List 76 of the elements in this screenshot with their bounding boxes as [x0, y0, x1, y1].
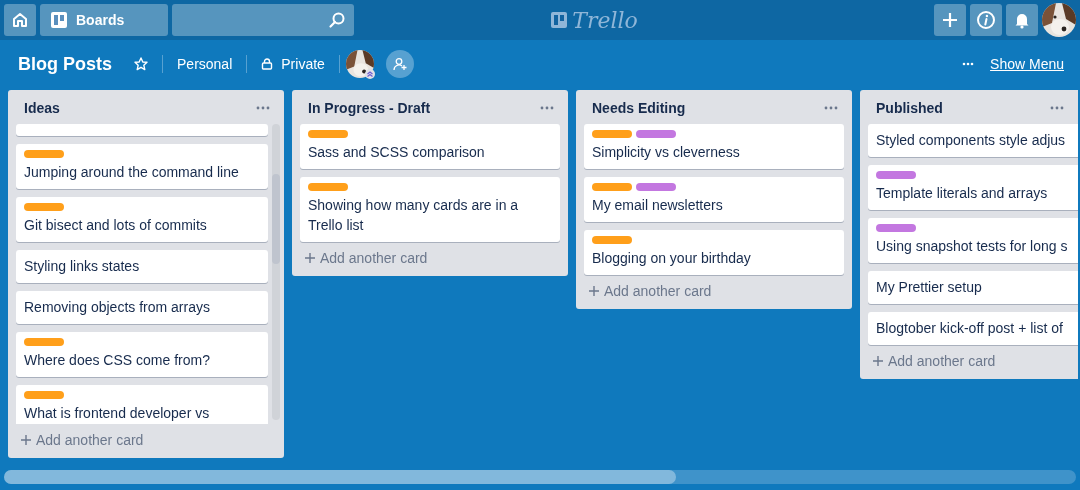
info-button[interactable]	[970, 4, 1002, 36]
card-title: Blogtober kick-off post + list of	[876, 319, 1064, 338]
card[interactable]: Simplicity vs cleverness	[584, 124, 844, 169]
card-title: Removing objects from arrays	[24, 298, 211, 317]
logo-text: Trello	[572, 7, 638, 33]
home-button[interactable]	[4, 4, 36, 36]
card-title: My email newsletters	[592, 196, 724, 215]
card[interactable]: Showing how many cards are in a Trello list	[300, 177, 560, 242]
card-title: Blogging on your birthday	[592, 249, 752, 268]
add-card-button[interactable]: Add another card	[576, 275, 852, 309]
lock-icon	[261, 58, 274, 70]
card-title: Styled components style adjus	[876, 131, 1067, 150]
search-field[interactable]	[172, 4, 354, 36]
list-title[interactable]: Published	[876, 100, 943, 116]
card-title: Sass and SCSS comparison	[308, 143, 486, 162]
team-button[interactable]: Personal	[169, 52, 241, 76]
board-title[interactable]: Blog Posts	[18, 53, 112, 75]
bell-icon	[1013, 11, 1031, 29]
add-button[interactable]	[934, 4, 966, 36]
board-icon	[50, 11, 68, 29]
star-icon	[134, 57, 148, 71]
show-menu-link[interactable]: Show Menu	[990, 56, 1064, 72]
card[interactable]: Blogtober kick-off post + list of	[868, 312, 1078, 345]
plus-icon	[20, 434, 32, 446]
more-icon[interactable]	[824, 106, 838, 110]
card-title: Git bisect and lots of commits	[24, 216, 208, 235]
scrollbar[interactable]	[272, 124, 280, 420]
card-title: Simplicity vs cleverness	[592, 143, 741, 162]
list-title[interactable]: Ideas	[24, 100, 60, 116]
card[interactable]: Styled components style adjus	[868, 124, 1078, 157]
card[interactable]: Template literals and arrays	[868, 165, 1078, 210]
list-title[interactable]: Needs Editing	[592, 100, 686, 116]
list-title[interactable]: In Progress - Draft	[308, 100, 431, 116]
scrollbar-thumb[interactable]	[272, 174, 280, 264]
plus-icon	[872, 355, 884, 367]
card[interactable]: Styling links states	[16, 250, 268, 283]
member-avatar[interactable]	[345, 50, 374, 78]
card[interactable]: Sass and SCSS comparison	[300, 124, 560, 169]
card-title: Showing how many cards are in a Trello list	[308, 196, 520, 235]
card-title: What is frontend developer vs	[24, 404, 211, 423]
card-title: Styling links states	[24, 257, 141, 276]
more-icon[interactable]	[540, 106, 554, 110]
board-icon	[550, 11, 569, 29]
card-title: Template literals and arrays	[876, 184, 1049, 203]
add-card-button[interactable]: Add another card	[860, 345, 1078, 379]
search-icon	[328, 11, 346, 29]
scrollbar[interactable]	[4, 470, 1076, 484]
card-title: Using snapshot tests for long s	[876, 237, 1069, 256]
scrollbar-thumb[interactable]	[4, 470, 676, 484]
card-title: Jumping around the command line	[24, 163, 240, 182]
plus-icon	[941, 11, 959, 29]
card[interactable]: What is frontend developer vs	[16, 385, 268, 424]
card[interactable]: Using snapshot tests for long s	[868, 218, 1078, 263]
info-icon	[976, 10, 996, 30]
more-icon	[962, 62, 975, 66]
card-title: Where does CSS come from?	[24, 351, 211, 370]
more-icon[interactable]	[1050, 106, 1064, 110]
card-title: My Prettier setup	[876, 278, 983, 297]
card[interactable]: Git bisect and lots of commits	[16, 197, 268, 242]
card[interactable]: My Prettier setup	[868, 271, 1078, 304]
card[interactable]: Blogging on your birthday	[584, 230, 844, 275]
more-icon[interactable]	[256, 106, 270, 110]
card[interactable]: Jumping around the command line	[16, 144, 268, 189]
visibility-button[interactable]: Private	[253, 52, 333, 76]
plus-icon	[304, 252, 316, 264]
card[interactable]: Where does CSS come from?	[16, 332, 268, 377]
add-card-button[interactable]: Add another card	[8, 424, 284, 458]
plus-icon	[588, 285, 600, 297]
card[interactable]: Removing objects from arrays	[16, 291, 268, 324]
user-avatar[interactable]	[1042, 3, 1076, 37]
invite-button[interactable]	[385, 50, 414, 78]
add-card-button[interactable]: Add another card	[292, 242, 568, 276]
card[interactable]: My email newsletters	[584, 177, 844, 222]
home-icon	[11, 11, 29, 29]
chevrons-icon	[364, 69, 375, 79]
add-member-icon	[392, 57, 407, 71]
